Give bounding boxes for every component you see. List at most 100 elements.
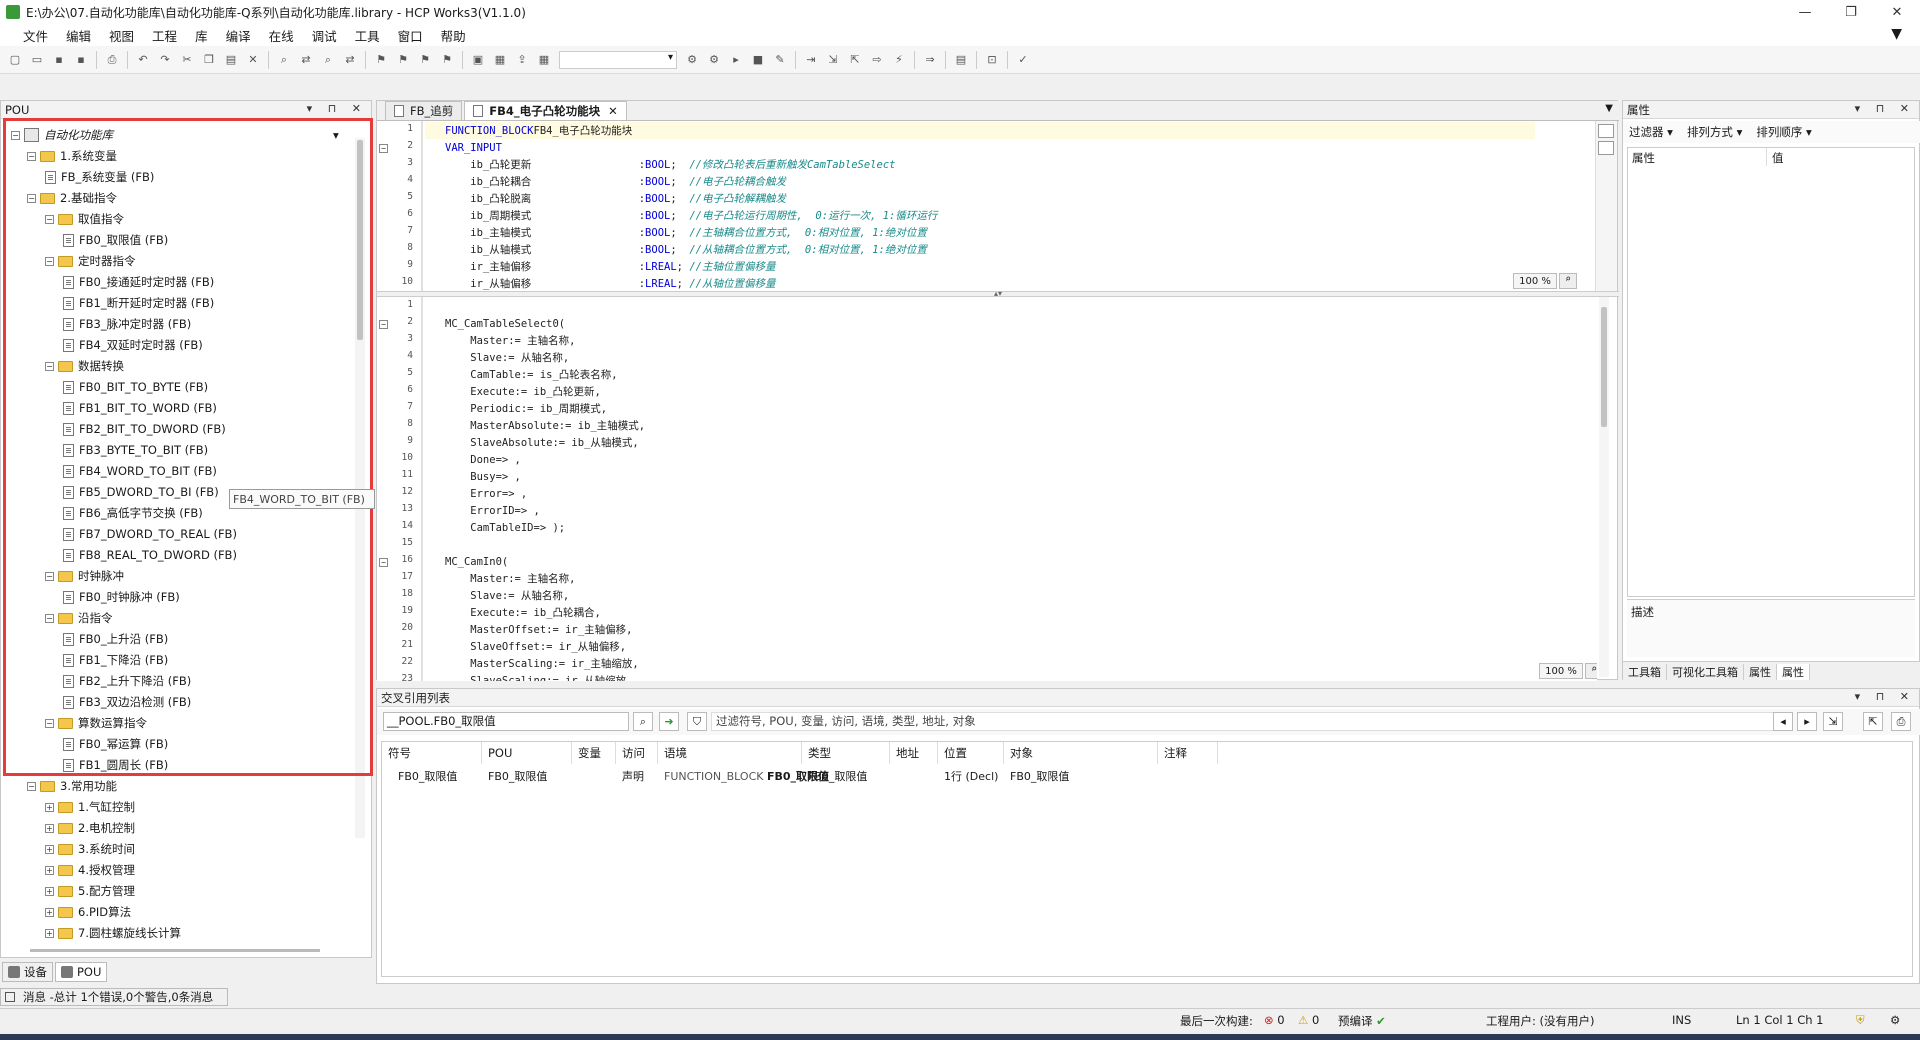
expand-icon[interactable]: + [45,823,54,833]
tree-item-folder[interactable]: +4.授权管理 [45,860,135,880]
close-tab-icon[interactable]: ✕ [608,104,618,118]
bookmark-icon[interactable]: ⚑ [372,51,390,69]
reset-icon[interactable]: ✎ [771,51,789,69]
delete-icon[interactable]: ✕ [244,51,262,69]
panel-controls[interactable]: ▾ ⊓ ✕ [1855,690,1915,703]
tab-properties-active[interactable]: 属性 [1777,663,1810,680]
next-statement-icon[interactable]: ⇒ [921,51,939,69]
prev-bookmark-icon[interactable]: ⚑ [394,51,412,69]
menu-library[interactable]: 库 [186,26,217,45]
minimize-button[interactable]: — [1782,0,1828,24]
tab-pou[interactable]: POU [55,962,108,982]
run-icon[interactable]: ▸ [727,51,745,69]
network-icon[interactable]: ⚙ [1890,1013,1900,1027]
check-icon[interactable]: ✓ [1014,51,1032,69]
search-icon[interactable]: ⌕ [633,712,653,731]
layout-icon[interactable]: ▦ [491,51,509,69]
zoom-level[interactable]: 100 % [1539,663,1583,679]
tab-properties[interactable]: 属性 [1744,663,1777,680]
sort-order-dropdown[interactable]: 排列顺序 ▾ [1756,124,1811,140]
step-over-icon[interactable]: ⇥ [802,51,820,69]
export-icon[interactable]: ⇱ [1863,712,1883,731]
fold-icon[interactable]: − [379,144,388,153]
stop-icon[interactable]: ■ [749,51,767,69]
table-view-icon[interactable] [1598,141,1614,155]
tab-visual-toolbox[interactable]: 可视化工具箱 [1667,663,1744,680]
close-button[interactable]: ✕ [1874,0,1920,24]
menu-project[interactable]: 工程 [143,26,186,45]
tree-item-folder[interactable]: +7.圆柱螺旋线长计算 [45,923,181,939]
next-icon[interactable]: ▸ [1797,712,1817,731]
expand-icon[interactable]: + [45,802,54,812]
breakpoint-icon[interactable]: ⚡ [890,51,908,69]
fold-icon[interactable]: − [379,558,388,567]
find-icon[interactable]: ⌕ [275,51,293,69]
open-icon[interactable]: ▭ [28,51,46,69]
menu-edit[interactable]: 编辑 [57,26,100,45]
tab-toolbox[interactable]: 工具箱 [1623,663,1667,680]
run-to-cursor-icon[interactable]: ⇨ [868,51,886,69]
editor-scrollbar[interactable] [1599,297,1609,677]
filter-dropdown[interactable]: 过滤器 ▾ [1629,124,1673,140]
print-icon[interactable]: ⎙ [103,51,121,69]
maximize-button[interactable]: ❐ [1828,0,1874,24]
menu-help[interactable]: 帮助 [432,26,475,45]
menu-build[interactable]: 编译 [217,26,260,45]
expand-icon[interactable]: + [45,886,54,896]
fold-icon[interactable]: − [379,320,388,329]
undo-icon[interactable]: ↶ [134,51,152,69]
settings-icon[interactable]: ▦ [535,51,553,69]
customize-icon[interactable]: ▼ [1891,26,1902,42]
expand-icon[interactable]: + [45,844,54,854]
cart-icon[interactable]: ⊡ [983,51,1001,69]
expand-icon[interactable]: + [45,907,54,917]
logout-icon[interactable]: ⚙ [705,51,723,69]
table-row[interactable]: FB0_取限值 FB0_取限值 声明 FUNCTION_BLOCK FB0_取限值 FB… [382,742,1912,792]
view-toggle-icon[interactable] [1598,124,1614,138]
jump-icon[interactable]: ⇲ [1823,712,1843,731]
messages-tab[interactable]: 消息 -总计 1个错误,0个警告,0条消息 [0,988,228,1006]
window-icon[interactable]: ▣ [469,51,487,69]
sort-mode-dropdown[interactable]: 排列方式 ▾ [1687,124,1742,140]
replace-icon[interactable]: ⇄ [297,51,315,69]
tree-horizontal-scrollbar[interactable] [30,949,320,952]
xref-search-input[interactable]: __POOL.FB0_取限值 [383,712,629,731]
panel-controls[interactable]: ▾ ⊓ ✕ [307,102,367,115]
panel-controls[interactable]: ▾ ⊓ ✕ [1855,102,1915,115]
filter-icon[interactable]: ⛉ [687,712,707,731]
tree-item-folder[interactable]: +5.配方管理 [45,881,135,901]
tree-item-folder[interactable]: +1.气缸控制 [45,797,135,817]
error-count[interactable]: ⊗ 0 [1264,1013,1285,1027]
expand-icon[interactable]: + [45,865,54,875]
shield-icon[interactable]: ⛨ [1856,1013,1865,1028]
implementation-editor[interactable]: 1 2− MC_CamTableSelect0(3 Master:= 主轴名称, 4 … [377,297,1597,681]
menu-tools[interactable]: 工具 [346,26,389,45]
menu-window[interactable]: 窗口 [389,26,432,45]
menu-file[interactable]: 文件 [14,26,57,45]
zoom-icon[interactable]: ⌕ [1559,273,1577,289]
zoom-icon[interactable]: ⌕ [1585,663,1597,679]
next-bookmark-icon[interactable]: ⚑ [416,51,434,69]
prev-icon[interactable]: ◂ [1773,712,1793,731]
zoom-level[interactable]: 100 % [1513,273,1557,289]
device-icon[interactable]: ▤ [952,51,970,69]
tab-devices[interactable]: 设备 [2,962,53,982]
redo-icon[interactable]: ↷ [156,51,174,69]
warning-count[interactable]: ⚠ 0 [1298,1013,1319,1027]
replace-in-files-icon[interactable]: ⇄ [341,51,359,69]
save-all-icon[interactable]: ▪ [72,51,90,69]
login-icon[interactable]: ⚙ [683,51,701,69]
paste-icon[interactable]: ▤ [222,51,240,69]
tree-item-folder[interactable]: +6.PID算法 [45,902,131,922]
clear-bookmarks-icon[interactable]: ⚑ [438,51,456,69]
step-into-icon[interactable]: ⇲ [824,51,842,69]
tab-fb-zhuijian[interactable]: FB_追剪 [385,101,463,120]
tab-fb4-cam[interactable]: FB4_电子凸轮功能块 ✕ [464,101,627,120]
target-combobox[interactable] [559,50,677,69]
find-in-files-icon[interactable]: ⌕ [319,51,337,69]
menu-online[interactable]: 在线 [260,26,303,45]
precompile-status[interactable]: 预编译 ✔ [1338,1013,1386,1029]
copy-icon[interactable]: ❐ [200,51,218,69]
expand-icon[interactable]: + [45,928,54,938]
new-icon[interactable]: ▢ [6,51,24,69]
